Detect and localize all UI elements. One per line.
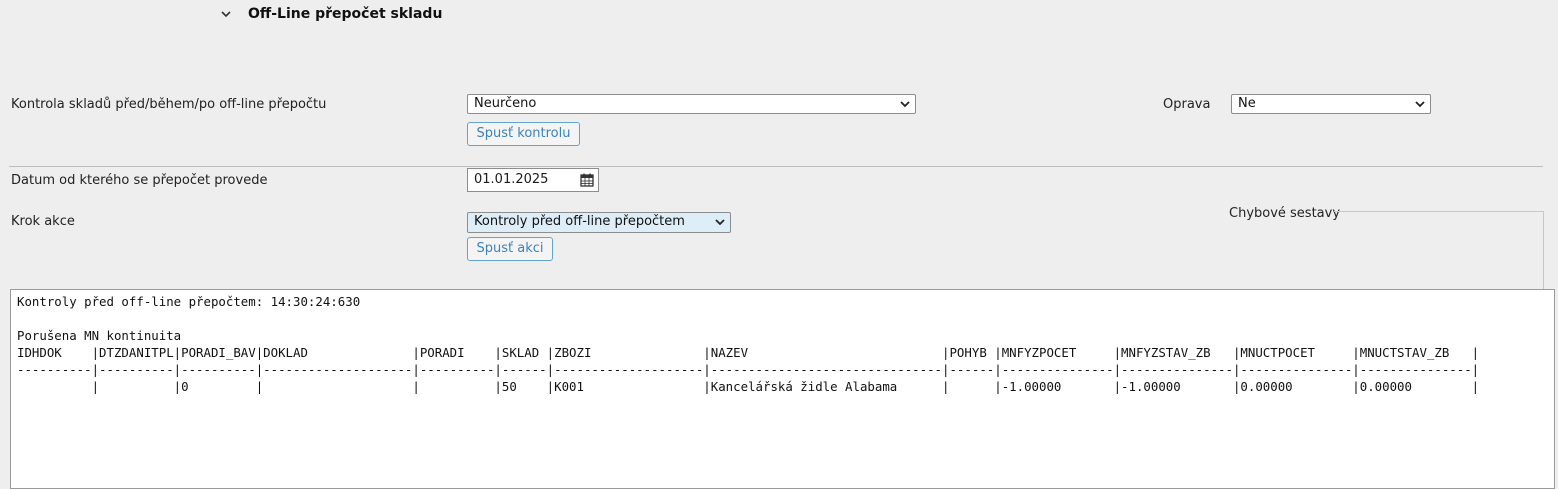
fix-label: Oprava xyxy=(1163,97,1211,112)
run-check-button[interactable]: Spusť kontrolu xyxy=(467,122,580,146)
step-select-value: Kontroly před off-line přepočtem xyxy=(474,214,685,229)
chevron-down-icon[interactable] xyxy=(219,6,233,22)
run-action-button[interactable]: Spusť akci xyxy=(467,237,553,261)
output-header-line: Kontroly před off-line přepočtem: 14:30:… xyxy=(17,294,361,309)
output-columns-line: IDHDOK |DTZDANITPL|PORADI_BAV|DOKLAD |PO… xyxy=(17,345,1480,360)
fieldset-border xyxy=(1334,211,1544,212)
output-row-line: | |0 | | |50 |K001 |Kancelářská židle Al… xyxy=(17,379,1480,394)
calendar-icon[interactable] xyxy=(580,173,594,187)
output-message-line: Porušena MN kontinuita xyxy=(17,328,182,343)
step-select[interactable]: Kontroly před off-line přepočtem xyxy=(467,212,731,233)
chevron-down-icon xyxy=(714,215,726,229)
divider xyxy=(9,166,1543,167)
output-textarea[interactable]: Kontroly před off-line přepočtem: 14:30:… xyxy=(10,289,1555,489)
check-select-value: Neurčeno xyxy=(474,96,537,111)
section-title: Off-Line přepočet skladu xyxy=(248,6,443,22)
check-label: Kontrola skladů před/během/po off-line p… xyxy=(11,97,327,112)
fix-select-value: Ne xyxy=(1238,96,1256,111)
chevron-down-icon xyxy=(899,97,911,111)
step-label: Krok akce xyxy=(11,214,75,229)
chevron-down-icon xyxy=(1414,97,1426,111)
fieldset-border xyxy=(1543,211,1544,291)
date-value: 01.01.2025 xyxy=(474,172,549,187)
date-label: Datum od kterého se přepočet provede xyxy=(11,173,268,188)
output-blank-line xyxy=(17,310,1554,327)
date-input[interactable]: 01.01.2025 xyxy=(467,168,599,192)
output-separator-line: ----------|----------|----------|-------… xyxy=(17,362,1480,377)
error-reports-legend: Chybové sestavy xyxy=(1229,206,1341,221)
check-select[interactable]: Neurčeno xyxy=(467,94,916,114)
fix-select[interactable]: Ne xyxy=(1231,94,1431,114)
